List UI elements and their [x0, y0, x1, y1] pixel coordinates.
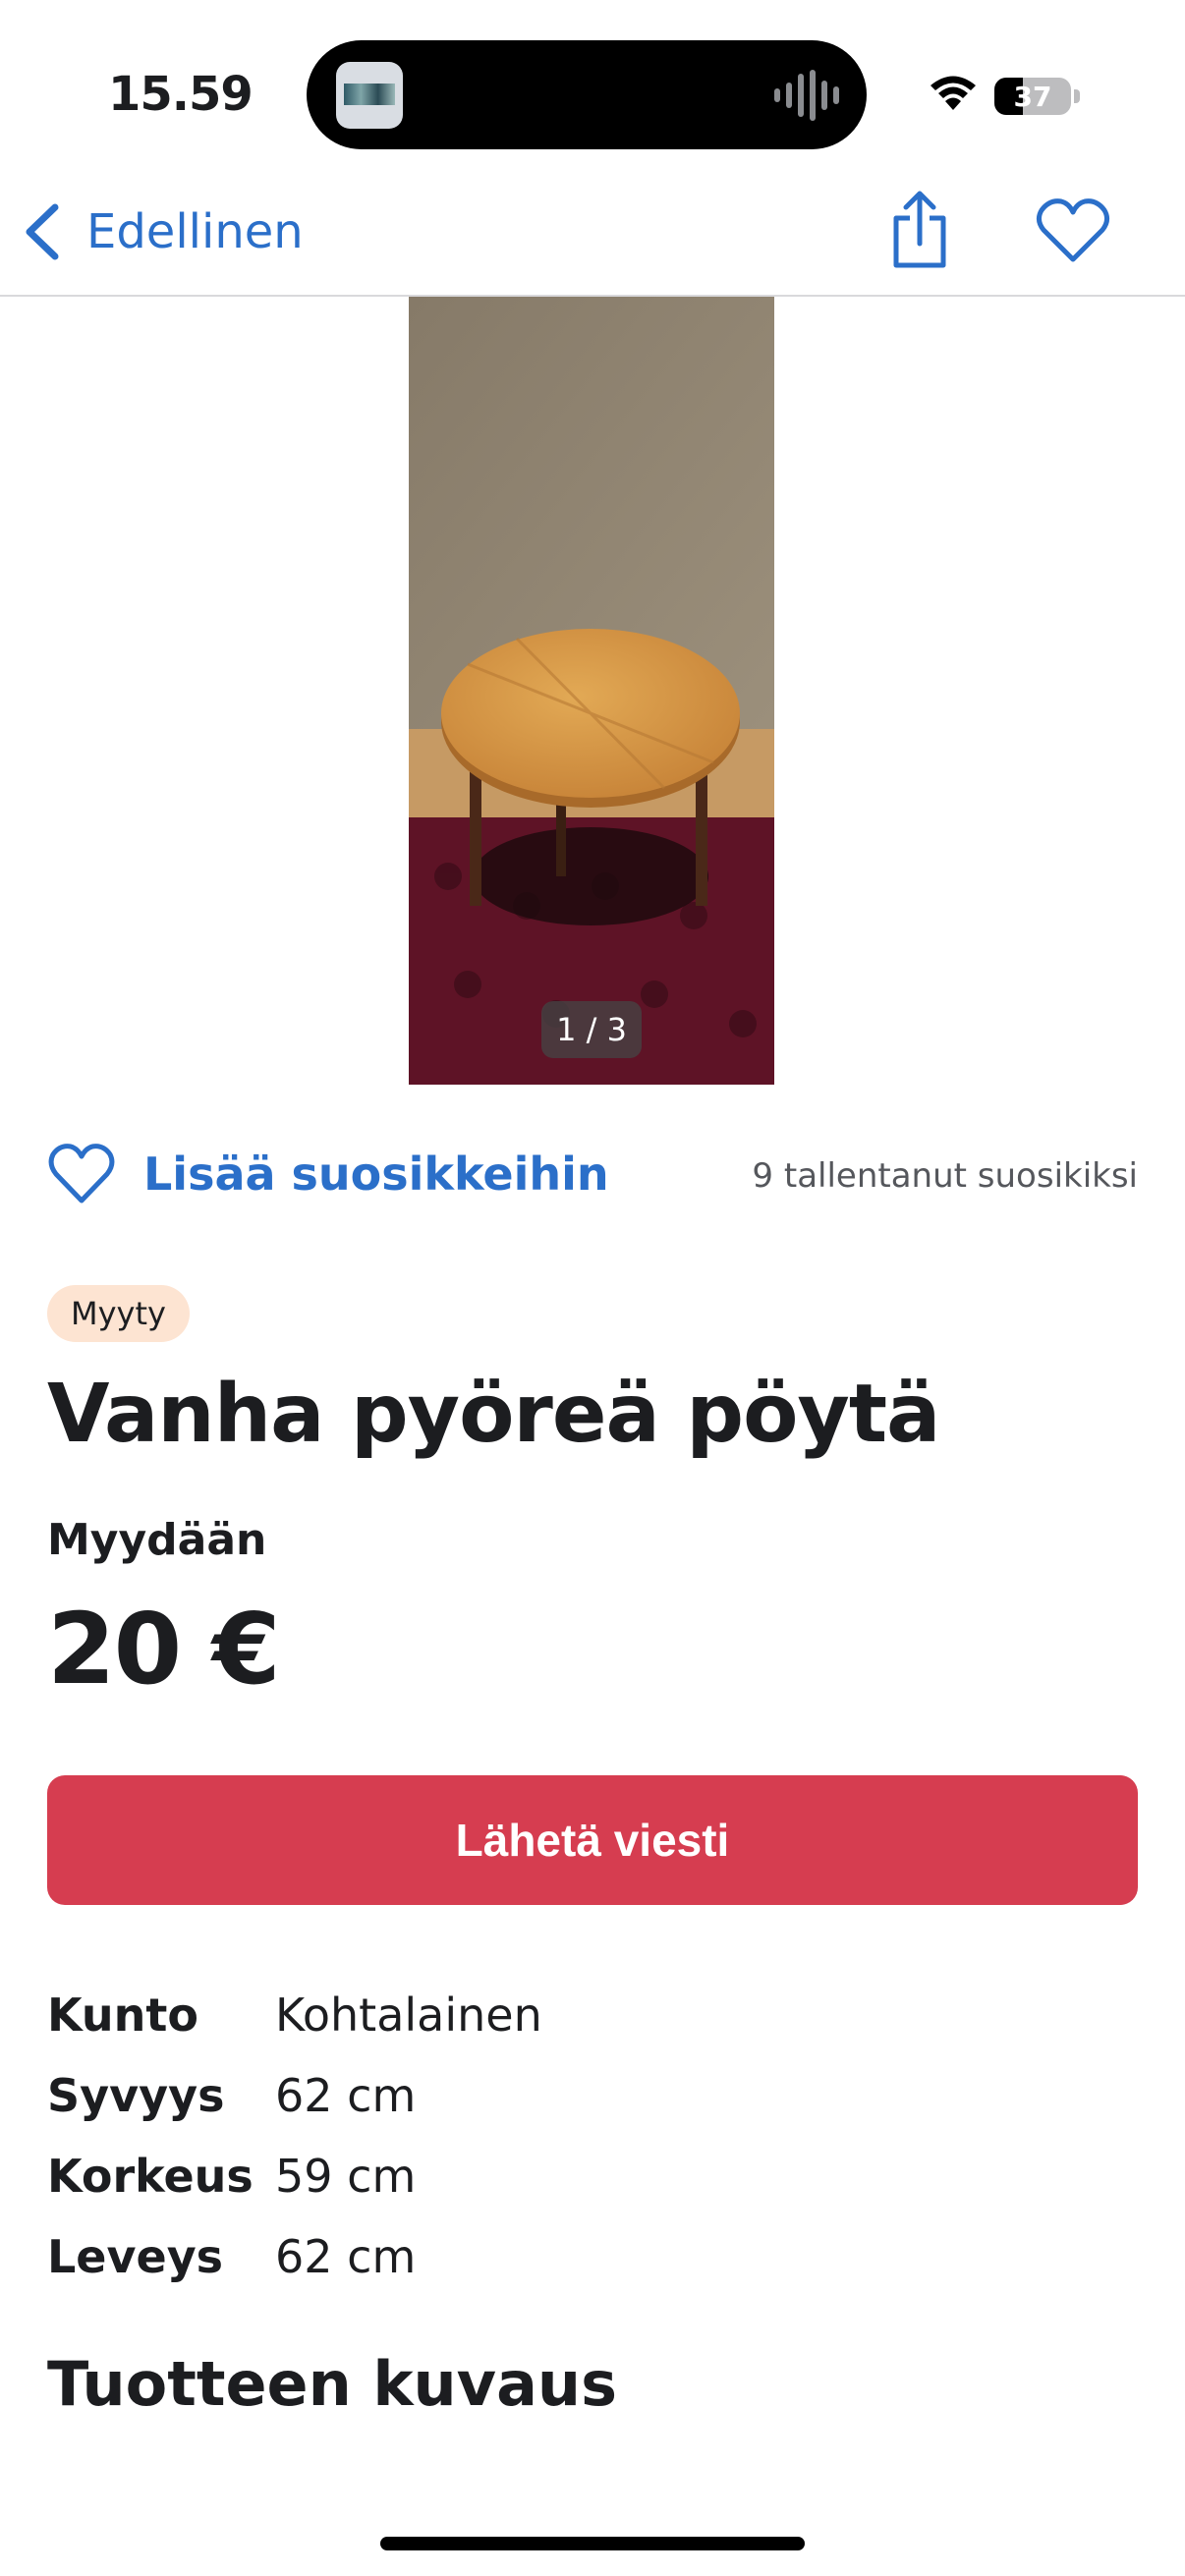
favorites-count: 9 tallentanut suosikiksi	[752, 1156, 1138, 1196]
heart-icon[interactable]	[1034, 196, 1112, 265]
add-to-favorites-label: Lisää suosikkeihin	[143, 1148, 609, 1201]
spec-label: Kunto	[47, 1988, 198, 2042]
status-time: 15.59	[108, 67, 254, 122]
sale-type: Myydään	[47, 1515, 267, 1565]
product-image[interactable]: 1 / 3	[409, 297, 774, 1085]
listing-title: Vanha pyöreä pöytä	[47, 1368, 940, 1461]
spec-label: Korkeus	[47, 2150, 254, 2203]
add-to-favorites-button[interactable]: Lisää suosikkeihin	[47, 1135, 609, 1213]
spec-label: Leveys	[47, 2230, 224, 2283]
share-icon[interactable]	[884, 189, 955, 271]
description-heading: Tuotteen kuvaus	[47, 2348, 617, 2420]
battery-level: 37	[1013, 81, 1052, 113]
spec-label: Syvyys	[47, 2069, 225, 2122]
spec-row: Leveys 62 cm	[47, 2216, 1138, 2297]
back-button[interactable]: Edellinen	[20, 196, 304, 267]
now-playing-thumbnail	[336, 62, 403, 129]
status-bar: 15.59 37	[0, 0, 1185, 167]
status-badge: Myyty	[47, 1285, 190, 1342]
specs-list: Kunto Kohtalainen Syvyys 62 cm Korkeus 5…	[47, 1975, 1138, 2297]
battery-indicator: 37	[994, 78, 1071, 115]
navigation-bar: Edellinen	[0, 167, 1185, 297]
spec-row: Kunto Kohtalainen	[47, 1975, 1138, 2055]
heart-icon	[48, 1144, 115, 1204]
favorites-row: Lisää suosikkeihin 9 tallentanut suosiki…	[47, 1135, 1138, 1213]
image-counter: 1 / 3	[541, 1001, 642, 1058]
spec-row: Korkeus 59 cm	[47, 2136, 1138, 2216]
product-photo	[409, 297, 774, 1085]
back-label: Edellinen	[86, 204, 304, 259]
spec-value: 59 cm	[275, 2150, 417, 2203]
spec-value: Kohtalainen	[275, 1988, 542, 2042]
battery-cap	[1074, 89, 1080, 103]
send-message-button[interactable]: Lähetä viesti	[47, 1775, 1138, 1905]
spec-row: Syvyys 62 cm	[47, 2055, 1138, 2136]
chevron-left-icon	[26, 203, 59, 260]
dynamic-island[interactable]	[307, 40, 867, 149]
home-indicator[interactable]	[380, 2537, 805, 2550]
spec-value: 62 cm	[275, 2069, 417, 2122]
audio-waveform-icon	[774, 70, 839, 121]
wifi-icon	[931, 76, 976, 110]
price: 20 €	[47, 1592, 281, 1707]
listing-page: 15.59 37 Edellinen 1 / 3 Lisää suosikkei…	[0, 0, 1185, 2576]
spec-value: 62 cm	[275, 2230, 417, 2283]
